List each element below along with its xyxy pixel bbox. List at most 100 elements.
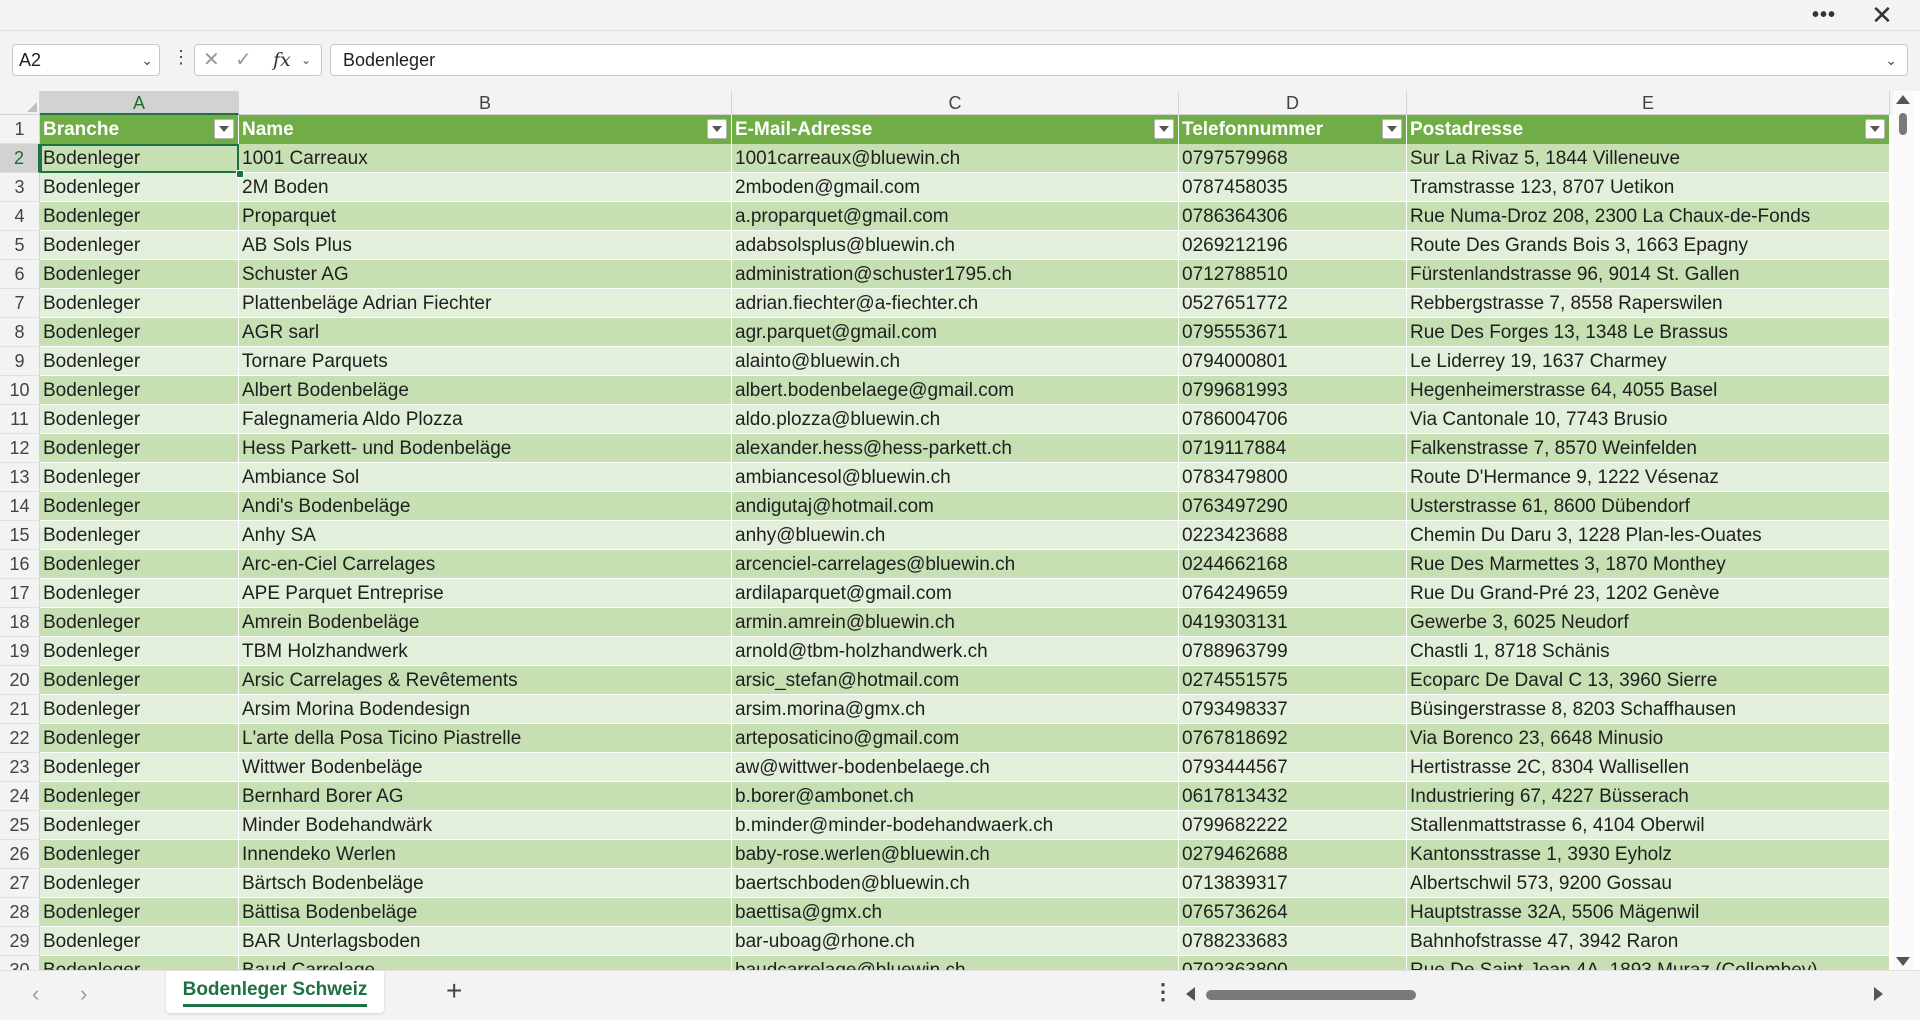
- cell-branche[interactable]: Bodenleger: [40, 666, 239, 695]
- row-header[interactable]: 11: [0, 405, 40, 434]
- cell-address[interactable]: Büsingerstrasse 8, 8203 Schaffhausen: [1407, 695, 1890, 724]
- cell-branche[interactable]: Bodenleger: [40, 695, 239, 724]
- cell-phone[interactable]: 0617813432: [1179, 782, 1407, 811]
- cell-name[interactable]: Ambiance Sol: [239, 463, 732, 492]
- cell-phone[interactable]: 0786364306: [1179, 202, 1407, 231]
- row-header[interactable]: 10: [0, 376, 40, 405]
- column-header-b[interactable]: B: [239, 91, 732, 115]
- cell-address[interactable]: Fürstenlandstrasse 96, 9014 St. Gallen: [1407, 260, 1890, 289]
- row-header[interactable]: 22: [0, 724, 40, 753]
- cell-email[interactable]: bar-uboag@rhone.ch: [732, 927, 1179, 956]
- cell-phone[interactable]: 0787458035: [1179, 173, 1407, 202]
- fill-handle[interactable]: [236, 170, 244, 178]
- add-sheet-icon[interactable]: +: [446, 975, 462, 1007]
- cell-address[interactable]: Via Borenco 23, 6648 Minusio: [1407, 724, 1890, 753]
- horizontal-scroll-thumb[interactable]: [1206, 990, 1416, 1000]
- header-cell-address[interactable]: Postadresse: [1407, 115, 1890, 144]
- cell-name[interactable]: Amrein Bodenbeläge: [239, 608, 732, 637]
- cell-name[interactable]: Arsic Carrelages & Revêtements: [239, 666, 732, 695]
- scroll-right-icon[interactable]: [1874, 987, 1883, 1001]
- cell-branche[interactable]: Bodenleger: [40, 231, 239, 260]
- cell-email[interactable]: albert.bodenbelaege@gmail.com: [732, 376, 1179, 405]
- column-header-c[interactable]: C: [732, 91, 1179, 115]
- row-header[interactable]: 12: [0, 434, 40, 463]
- cell-address[interactable]: Sur La Rivaz 5, 1844 Villeneuve: [1407, 144, 1890, 173]
- cell-name[interactable]: Albert Bodenbeläge: [239, 376, 732, 405]
- cell-email[interactable]: arnold@tbm-holzhandwerk.ch: [732, 637, 1179, 666]
- row-header[interactable]: 2: [0, 144, 40, 173]
- row-header[interactable]: 19: [0, 637, 40, 666]
- cell-email[interactable]: baudcarrelage@bluewin.ch: [732, 956, 1179, 970]
- cell-branche[interactable]: Bodenleger: [40, 724, 239, 753]
- cell-branche[interactable]: Bodenleger: [40, 956, 239, 970]
- cell-email[interactable]: arsim.morina@gmx.ch: [732, 695, 1179, 724]
- cell-phone[interactable]: 0274551575: [1179, 666, 1407, 695]
- cell-branche[interactable]: Bodenleger: [40, 869, 239, 898]
- cell-branche[interactable]: Bodenleger: [40, 579, 239, 608]
- cell-email[interactable]: agr.parquet@gmail.com: [732, 318, 1179, 347]
- cell-address[interactable]: Route Des Grands Bois 3, 1663 Epagny: [1407, 231, 1890, 260]
- name-box[interactable]: A2 ⌄: [12, 44, 160, 76]
- row-header[interactable]: 4: [0, 202, 40, 231]
- insert-function-icon[interactable]: fx: [273, 45, 291, 75]
- scroll-left-icon[interactable]: [1186, 987, 1195, 1001]
- cell-address[interactable]: Route D'Hermance 9, 1222 Vésenaz: [1407, 463, 1890, 492]
- vertical-scroll-thumb[interactable]: [1899, 113, 1907, 135]
- cell-name[interactable]: Bärtsch Bodenbeläge: [239, 869, 732, 898]
- cell-name[interactable]: Bernhard Borer AG: [239, 782, 732, 811]
- cell-name[interactable]: Schuster AG: [239, 260, 732, 289]
- header-cell-phone[interactable]: Telefonnummer: [1179, 115, 1407, 144]
- row-header[interactable]: 21: [0, 695, 40, 724]
- row-header[interactable]: 24: [0, 782, 40, 811]
- cell-branche[interactable]: Bodenleger: [40, 173, 239, 202]
- row-header[interactable]: 9: [0, 347, 40, 376]
- cell-name[interactable]: Minder Bodehandwärk: [239, 811, 732, 840]
- scroll-up-icon[interactable]: [1896, 95, 1910, 104]
- cell-branche[interactable]: Bodenleger: [40, 289, 239, 318]
- header-cell-email[interactable]: E-Mail-Adresse: [732, 115, 1179, 144]
- cancel-icon[interactable]: ✕: [203, 45, 220, 75]
- cell-address[interactable]: Rue Du Grand-Pré 23, 1202 Genève: [1407, 579, 1890, 608]
- cell-name[interactable]: 2M Boden: [239, 173, 732, 202]
- cell-email[interactable]: a.proparquet@gmail.com: [732, 202, 1179, 231]
- cell-branche[interactable]: Bodenleger: [40, 463, 239, 492]
- cell-phone[interactable]: 0719117884: [1179, 434, 1407, 463]
- cell-address[interactable]: Rue Des Marmettes 3, 1870 Monthey: [1407, 550, 1890, 579]
- cell-name[interactable]: Wittwer Bodenbeläge: [239, 753, 732, 782]
- cell-phone[interactable]: 0788233683: [1179, 927, 1407, 956]
- cell-email[interactable]: adrian.fiechter@a-fiechter.ch: [732, 289, 1179, 318]
- cell-branche[interactable]: Bodenleger: [40, 405, 239, 434]
- cell-phone[interactable]: 0799681993: [1179, 376, 1407, 405]
- cell-address[interactable]: Usterstrasse 61, 8600 Dübendorf: [1407, 492, 1890, 521]
- cell-name[interactable]: AB Sols Plus: [239, 231, 732, 260]
- column-header-a[interactable]: A: [40, 91, 239, 115]
- row-header[interactable]: 17: [0, 579, 40, 608]
- cell-phone[interactable]: 0269212196: [1179, 231, 1407, 260]
- cell-address[interactable]: Le Liderrey 19, 1637 Charmey: [1407, 347, 1890, 376]
- row-header[interactable]: 20: [0, 666, 40, 695]
- cell-name[interactable]: Arsim Morina Bodendesign: [239, 695, 732, 724]
- more-options-icon[interactable]: •••: [1802, 0, 1846, 30]
- cell-phone[interactable]: 0792363800: [1179, 956, 1407, 970]
- enter-icon[interactable]: ✓: [235, 45, 252, 75]
- header-cell-branche[interactable]: Branche: [40, 115, 239, 144]
- vertical-dots-icon[interactable]: ⋮: [172, 47, 190, 68]
- cell-email[interactable]: adabsolsplus@bluewin.ch: [732, 231, 1179, 260]
- cell-name[interactable]: BAR Unterlagsboden: [239, 927, 732, 956]
- cell-branche[interactable]: Bodenleger: [40, 753, 239, 782]
- cell-name[interactable]: L'arte della Posa Ticino Piastrelle: [239, 724, 732, 753]
- cell-address[interactable]: Hegenheimerstrasse 64, 4055 Basel: [1407, 376, 1890, 405]
- cell-phone[interactable]: 0799682222: [1179, 811, 1407, 840]
- cell-branche[interactable]: Bodenleger: [40, 521, 239, 550]
- header-cell-name[interactable]: Name: [239, 115, 732, 144]
- cell-email[interactable]: b.borer@ambonet.ch: [732, 782, 1179, 811]
- cell-address[interactable]: Falkenstrasse 7, 8570 Weinfelden: [1407, 434, 1890, 463]
- cell-phone[interactable]: 0527651772: [1179, 289, 1407, 318]
- cell-name[interactable]: Proparquet: [239, 202, 732, 231]
- cell-address[interactable]: Bahnhofstrasse 47, 3942 Raron: [1407, 927, 1890, 956]
- cell-phone[interactable]: 0797579968: [1179, 144, 1407, 173]
- cell-branche[interactable]: Bodenleger: [40, 318, 239, 347]
- cell-name[interactable]: Bättisa Bodenbeläge: [239, 898, 732, 927]
- cell-phone[interactable]: 0783479800: [1179, 463, 1407, 492]
- row-header[interactable]: 30: [0, 956, 40, 970]
